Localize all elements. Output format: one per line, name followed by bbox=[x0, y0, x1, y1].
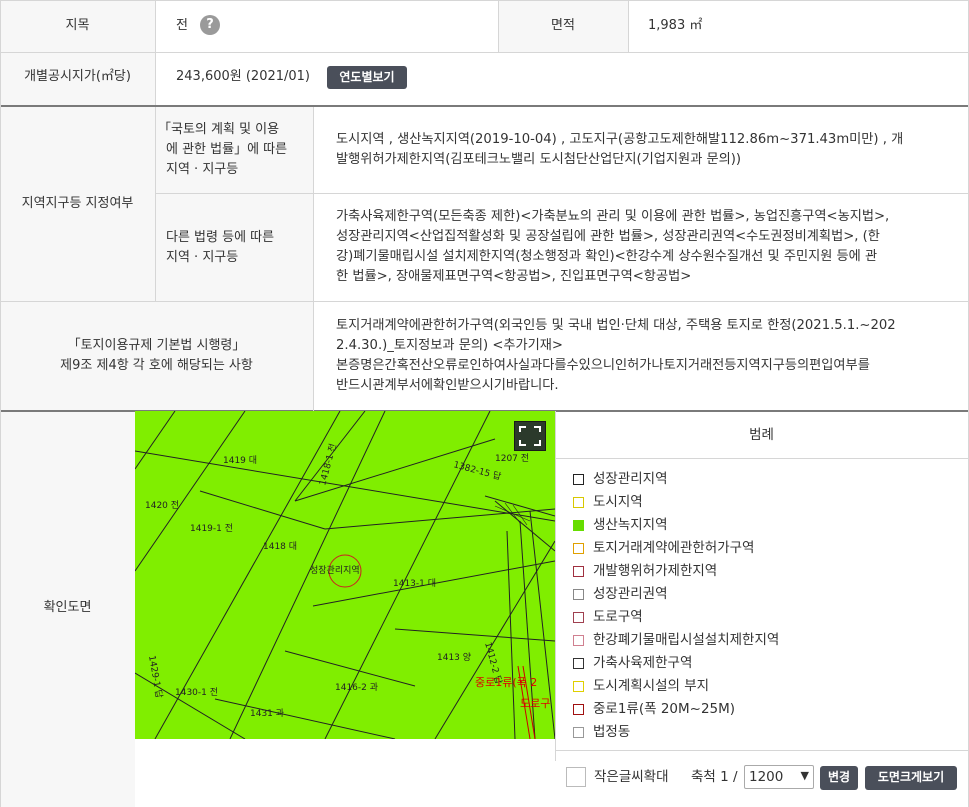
legend-label: 생산녹지지역 bbox=[593, 517, 668, 533]
legend-label: 가축사육제한구역 bbox=[593, 655, 693, 671]
legend-swatch bbox=[573, 474, 584, 485]
zone-sub2-label: 다른 법령 등에 따른 지역 · 지구등 bbox=[166, 230, 275, 265]
area-value: 1,983 ㎡ bbox=[648, 18, 703, 33]
parcel-1416-2: 1416-2 과 bbox=[335, 682, 378, 693]
road-zone-map-label: 도로구 bbox=[520, 697, 550, 710]
regulation-label: 「토지이용규제 기본법 시행령」 제9조 제4항 각 호에 해당되는 사항 bbox=[60, 338, 253, 373]
legend-swatch bbox=[573, 566, 584, 577]
land-price-label: 개별공시지가(㎡당) bbox=[24, 69, 131, 84]
regulation-value: 토지거래계약에관한허가구역(외국인등 및 국내 법인·단체 대상, 주택용 토지… bbox=[336, 318, 896, 393]
legend-swatch bbox=[573, 635, 584, 646]
legend-label: 법정동 bbox=[593, 724, 631, 740]
map-viewer[interactable]: 1419 대 1420 전 1419-1 전 1418 대 1418-1 전 1… bbox=[135, 411, 555, 739]
legend-label: 도시계획시설의 부지 bbox=[593, 678, 710, 694]
parcel-1419-1: 1419-1 전 bbox=[190, 523, 233, 534]
cadastral-map[interactable]: 1419 대 1420 전 1419-1 전 1418 대 1418-1 전 1… bbox=[135, 411, 555, 739]
parcel-1430-1: 1430-1 전 bbox=[175, 687, 218, 698]
parcel-1419: 1419 대 bbox=[223, 455, 257, 466]
jimok-label: 지목 bbox=[65, 18, 90, 33]
zone-sub1-value: 도시지역 , 생산녹지지역(2019-10-04) , 고도지구(공항고도제한해… bbox=[336, 132, 904, 167]
legend-swatch bbox=[573, 520, 584, 531]
chevron-down-icon: ▼ bbox=[800, 769, 809, 782]
parcel-1418: 1418 대 bbox=[263, 541, 297, 552]
legend-label: 도로구역 bbox=[593, 609, 643, 625]
area-label: 면적 bbox=[551, 18, 575, 33]
yearly-view-button[interactable]: 연도별보기 bbox=[327, 66, 407, 89]
legend-swatch bbox=[573, 612, 584, 623]
scale-select[interactable]: 1200 ▼ bbox=[744, 765, 814, 789]
parcel-1413-1: 1413-1 대 bbox=[393, 578, 436, 589]
road-map-label: 중로1류(폭 2 bbox=[475, 676, 537, 689]
land-price-value: 243,600원 (2021/01) bbox=[176, 69, 311, 84]
legend-swatch bbox=[573, 589, 584, 600]
legend-swatch bbox=[573, 543, 584, 554]
zone-map-label: 성장관리지역 bbox=[310, 565, 360, 576]
small-text-label: 작은글씨확대 bbox=[594, 769, 669, 785]
legend-label: 한강폐기물매립시설설치제한지역 bbox=[593, 632, 780, 648]
scale-change-button[interactable]: 변경 bbox=[820, 766, 858, 790]
legend-label: 개발행위허가제한지역 bbox=[593, 563, 718, 579]
legend-label: 성장관리권역 bbox=[593, 586, 668, 602]
legend-label: 도시지역 bbox=[593, 494, 643, 510]
parcel-1431: 1431 과 bbox=[250, 708, 284, 719]
zone-label: 지역지구등 지정여부 bbox=[21, 196, 134, 211]
parcel-1207: 1207 전 bbox=[495, 453, 529, 464]
legend-swatch bbox=[573, 727, 584, 738]
expand-icon bbox=[519, 426, 541, 446]
legend-label: 성장관리지역 bbox=[593, 471, 668, 487]
scale-select-value: 1200 bbox=[749, 769, 784, 785]
map-label: 확인도면 bbox=[43, 600, 92, 615]
legend-swatch bbox=[573, 497, 584, 508]
legend-label: 중로1류(폭 20M~25M) bbox=[593, 701, 736, 717]
jimok-value: 전 bbox=[176, 18, 188, 33]
scale-label: 축척 1 / bbox=[691, 769, 738, 785]
legend-swatch bbox=[573, 658, 584, 669]
zone-sub2-value: 가축사육제한구역(모든축종 제한)<가축분뇨의 관리 및 이용에 관한 법률>,… bbox=[336, 209, 890, 284]
zone-sub1-label: 「국토의 계획 및 이용 에 관한 법률」에 따른 지역 · 지구등 bbox=[158, 122, 288, 177]
legend-label: 토지거래계약에관한허가구역 bbox=[593, 540, 755, 556]
enlarge-map-button[interactable]: 도면크게보기 bbox=[865, 766, 957, 790]
small-text-checkbox[interactable] bbox=[566, 767, 586, 787]
help-icon[interactable]: ? bbox=[200, 15, 220, 35]
parcel-1420: 1420 전 bbox=[145, 500, 179, 511]
parcel-1413: 1413 양 bbox=[437, 652, 471, 663]
legend-swatch bbox=[573, 681, 584, 692]
fullscreen-button[interactable] bbox=[514, 421, 546, 451]
legend-swatch bbox=[573, 704, 584, 715]
legend-title: 범례 bbox=[749, 427, 774, 443]
